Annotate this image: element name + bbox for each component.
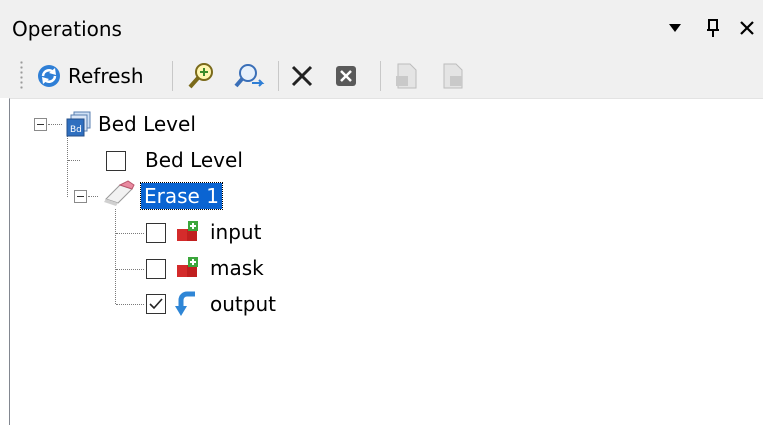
input-checkbox[interactable] [146,223,166,243]
toolbar-separator [172,61,173,91]
tree-connector [116,269,144,270]
export-button [440,60,466,92]
tree-node-output[interactable]: output [210,291,276,317]
toolbar-separator [278,61,279,91]
eraser-icon [102,179,136,212]
pin-icon[interactable] [700,13,726,43]
zoom-out-icon [234,61,266,91]
tree-node-erase-1[interactable]: Erase 1 [140,182,223,210]
delete-button[interactable] [290,60,314,92]
refresh-button[interactable]: Refresh [36,60,144,92]
input-blocks-icon [175,255,201,286]
toolbar-grip[interactable] [20,60,23,90]
tree-node-bed-level[interactable]: Bed Level [145,147,243,173]
erase-collapse-toggle[interactable] [74,190,87,203]
tree-node-mask[interactable]: mask [210,255,264,281]
tree-connector [116,233,144,234]
toolbar-separator [380,61,381,91]
tree-connector [68,160,80,161]
operations-tree[interactable]: Bd Bed Level Bed Level Erase 1 input mas… [9,98,763,425]
tree-node-root[interactable]: Bed Level [98,111,196,137]
tree-connector [88,196,98,197]
import-icon [394,62,420,90]
export-icon [440,62,466,90]
dropdown-menu-icon[interactable] [662,13,688,43]
close-icon[interactable] [734,13,760,43]
zoom-in-icon [186,61,216,91]
input-blocks-icon [175,219,201,250]
panel-titlebar: Operations [0,0,763,52]
import-button [394,60,420,92]
root-collapse-toggle[interactable] [34,118,47,131]
delete-icon [290,64,314,88]
svg-text:Bd: Bd [70,125,82,135]
panel-title: Operations [12,17,122,41]
tree-node-input[interactable]: input [210,219,261,245]
bed-level-checkbox[interactable] [106,151,126,171]
checkmark-icon [149,298,163,310]
output-arrow-icon [175,291,201,324]
zoom-out-button[interactable] [234,60,266,92]
tree-connector [115,209,116,304]
delete-all-icon [334,64,358,88]
zoom-in-button[interactable] [186,60,216,92]
operations-panel: Operations Refresh Bd Bed Level Bed Leve… [0,0,763,425]
mask-checkbox[interactable] [146,259,166,279]
tree-connector [116,304,144,305]
refresh-label: Refresh [68,64,144,88]
delete-all-button[interactable] [334,60,358,92]
dataset-stack-icon: Bd [64,109,94,144]
tree-connector [48,124,62,125]
output-checkbox[interactable] [146,294,166,314]
refresh-icon [36,63,62,89]
